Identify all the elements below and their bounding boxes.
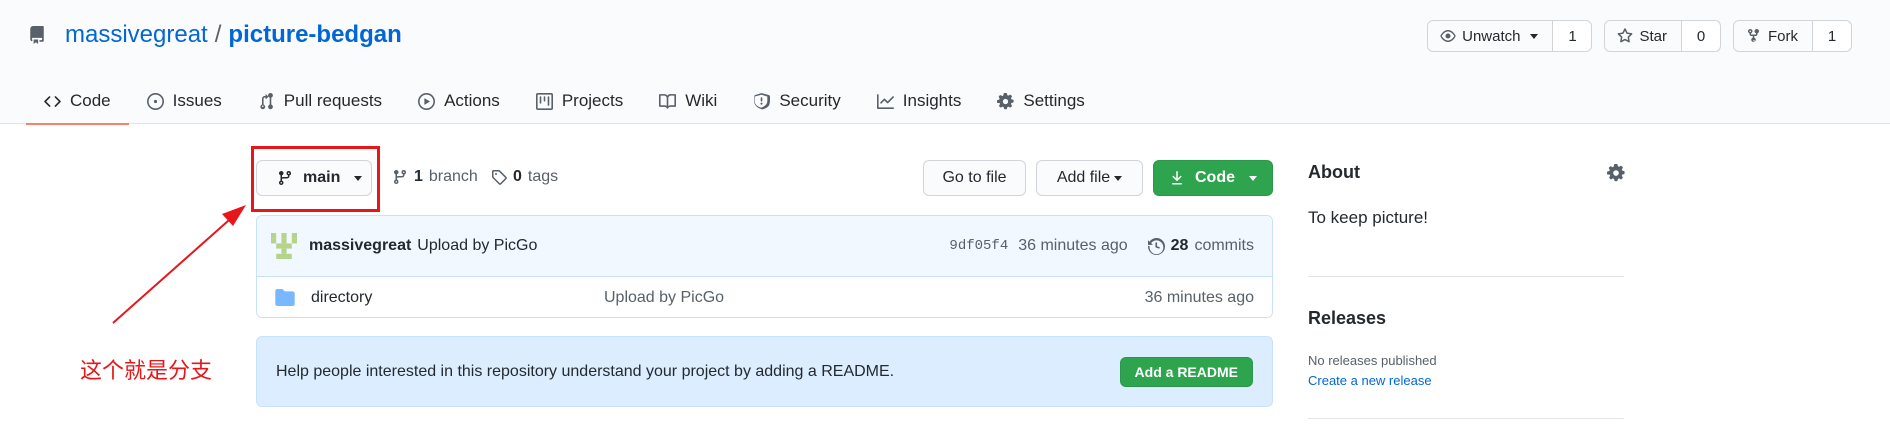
repo-title: massivegreat / picture-bedgan	[28, 21, 402, 49]
download-icon	[1172, 171, 1182, 185]
tab-security[interactable]: Security	[735, 78, 858, 124]
code-icon	[44, 95, 61, 107]
annotation-highlight-box	[251, 146, 380, 212]
readme-prompt-text: Help people interested in this repositor…	[276, 362, 895, 380]
file-name-link[interactable]: directory	[311, 289, 604, 307]
add-file-label: Add file	[1056, 169, 1111, 186]
gear-icon	[997, 92, 1014, 109]
about-heading: About	[1308, 162, 1360, 182]
list-item: directory Upload by PicGo 36 minutes ago	[257, 277, 1272, 317]
branch-count: 1	[414, 168, 423, 185]
fork-icon	[1748, 28, 1759, 43]
issue-icon	[146, 92, 164, 110]
star-button-group: Star 0	[1604, 20, 1721, 52]
tab-label: Pull requests	[283, 91, 383, 110]
repo-owner-link[interactable]: massivegreat	[65, 21, 208, 49]
star-label: Star	[1639, 27, 1667, 45]
repo-name-link[interactable]: picture-bedgan	[228, 21, 401, 49]
shield-icon	[754, 92, 771, 109]
star-button[interactable]: Star	[1605, 21, 1682, 51]
repo-tabs: Code Issues Pull requests Actions Projec…	[26, 78, 1103, 125]
add-readme-button[interactable]: Add a README	[1119, 356, 1253, 387]
fork-count[interactable]: 1	[1813, 21, 1851, 51]
no-releases-text: No releases published	[1308, 353, 1437, 368]
tab-label: Security	[779, 91, 841, 110]
gear-icon[interactable]	[1607, 164, 1625, 182]
tab-label: Wiki	[685, 91, 718, 110]
file-list: massivegreat Upload by PicGo 9df05f4 36 …	[256, 215, 1273, 318]
play-icon	[418, 92, 436, 110]
star-count[interactable]: 0	[1682, 21, 1720, 51]
tags-link[interactable]: 0 tags	[491, 168, 558, 186]
fork-button-group: Fork 1	[1733, 20, 1852, 52]
add-file-button[interactable]: Add file	[1036, 160, 1143, 196]
tag-label: tags	[527, 168, 559, 185]
branch-icon	[394, 169, 406, 185]
tab-label: Code	[70, 91, 111, 110]
star-icon	[1618, 28, 1633, 43]
tab-label: Projects	[561, 91, 624, 110]
tab-wiki[interactable]: Wiki	[641, 78, 735, 124]
tab-settings[interactable]: Settings	[979, 78, 1102, 124]
readme-banner: Help people interested in this repositor…	[256, 336, 1273, 407]
commits-history-link[interactable]: 28 commits	[1147, 237, 1254, 255]
commit-author-link[interactable]: massivegreat	[309, 237, 411, 255]
about-description: To keep picture!	[1308, 208, 1429, 227]
chevron-down-icon	[1530, 33, 1539, 39]
repo-header: massivegreat / picture-bedgan Unwatch 1 …	[0, 0, 1890, 125]
watch-button-group: Unwatch 1	[1427, 20, 1593, 52]
annotation-text: 这个就是分支	[80, 359, 213, 384]
commit-sha-link[interactable]: 9df05f4	[949, 238, 1008, 254]
tab-label: Issues	[172, 91, 222, 110]
repo-actions: Unwatch 1 Star 0 Fork 1	[1427, 20, 1852, 52]
tab-label: Insights	[902, 91, 962, 110]
tab-issues[interactable]: Issues	[129, 78, 240, 124]
tag-count: 0	[513, 168, 522, 185]
repo-icon	[30, 26, 44, 44]
latest-commit-row: massivegreat Upload by PicGo 9df05f4 36 …	[257, 216, 1272, 277]
folder-icon	[275, 289, 295, 306]
file-commit-link[interactable]: Upload by PicGo	[604, 289, 724, 307]
unwatch-button[interactable]: Unwatch	[1428, 21, 1554, 51]
commits-label: commits	[1194, 237, 1254, 254]
commit-count: 28	[1170, 237, 1189, 254]
divider	[1308, 418, 1624, 419]
tab-label: Settings	[1023, 91, 1085, 110]
code-download-button[interactable]: Code	[1153, 160, 1273, 196]
commit-age: 36 minutes ago	[1018, 237, 1128, 254]
go-to-file-button[interactable]: Go to file	[923, 160, 1026, 196]
tab-code[interactable]: Code	[26, 78, 129, 125]
commit-meta: 9df05f4 36 minutes ago 28 commits	[949, 237, 1254, 255]
fork-label: Fork	[1768, 27, 1798, 45]
path-separator: /	[214, 21, 222, 48]
avatar[interactable]	[271, 233, 297, 259]
fork-button[interactable]: Fork	[1734, 21, 1813, 51]
history-icon	[1147, 237, 1165, 255]
create-release-link[interactable]: Create a new release	[1308, 373, 1432, 388]
code-button-label: Code	[1195, 169, 1235, 186]
commit-message-link[interactable]: Upload by PicGo	[417, 237, 537, 255]
tab-label: Actions	[444, 91, 500, 110]
graph-icon	[876, 93, 894, 109]
unwatch-label: Unwatch	[1462, 27, 1521, 45]
tab-projects[interactable]: Projects	[518, 78, 641, 124]
watch-count[interactable]: 1	[1553, 21, 1592, 51]
chevron-down-icon	[1249, 175, 1257, 181]
tab-pull-requests[interactable]: Pull requests	[240, 78, 400, 124]
branches-link[interactable]: 1 branch	[392, 168, 478, 186]
releases-heading[interactable]: Releases	[1308, 308, 1386, 329]
branch-label: branch	[428, 168, 478, 185]
tab-insights[interactable]: Insights	[859, 78, 980, 124]
book-icon	[659, 93, 677, 109]
chevron-down-icon	[1114, 175, 1123, 181]
tab-actions[interactable]: Actions	[400, 78, 518, 124]
project-icon	[535, 92, 553, 110]
divider	[1308, 276, 1624, 277]
pull-request-icon	[260, 92, 273, 109]
tag-icon	[492, 170, 507, 185]
eye-icon	[1440, 30, 1456, 42]
file-age: 36 minutes ago	[1144, 288, 1254, 306]
